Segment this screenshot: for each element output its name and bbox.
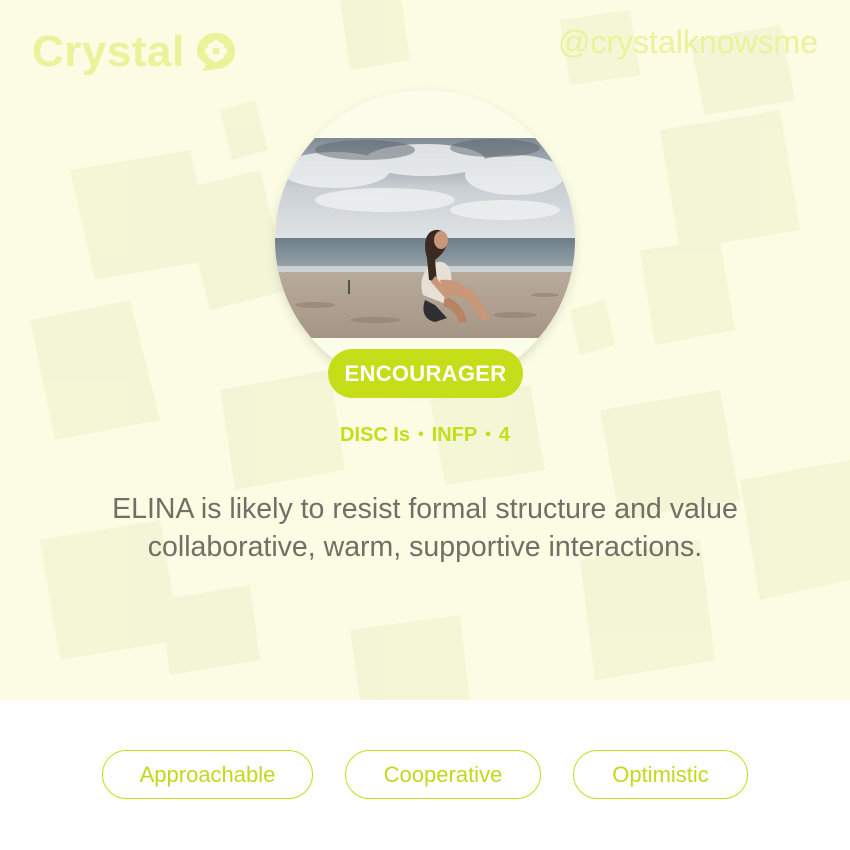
- logo-text: Crystal: [32, 27, 185, 76]
- photo-icon: [275, 90, 575, 390]
- social-handle: @crystalknowsme: [557, 24, 818, 60]
- trait-pill-approachable: Approachable: [102, 750, 313, 799]
- separator-dot: •: [485, 426, 491, 443]
- disc-type: DISC Is: [340, 424, 411, 446]
- profile-card-background: Crystal @crystalknowsme ENCOURAGER DISC …: [0, 0, 850, 700]
- profile-photo: [275, 90, 575, 390]
- trait-pill-optimistic: Optimistic: [573, 750, 748, 799]
- mbti-type: INFP: [431, 424, 478, 446]
- separator-dot: •: [418, 426, 424, 443]
- archetype-badge: ENCOURAGER: [328, 349, 523, 398]
- flower-chat-icon: [196, 33, 235, 71]
- crystal-logo: Crystal: [32, 30, 237, 74]
- enneagram-type: 4: [498, 424, 510, 446]
- personality-types: DISC Is • INFP • 4: [0, 424, 850, 447]
- personality-description: ELINA is likely to resist formal structu…: [112, 493, 738, 563]
- trait-pill-cooperative: Cooperative: [345, 750, 541, 799]
